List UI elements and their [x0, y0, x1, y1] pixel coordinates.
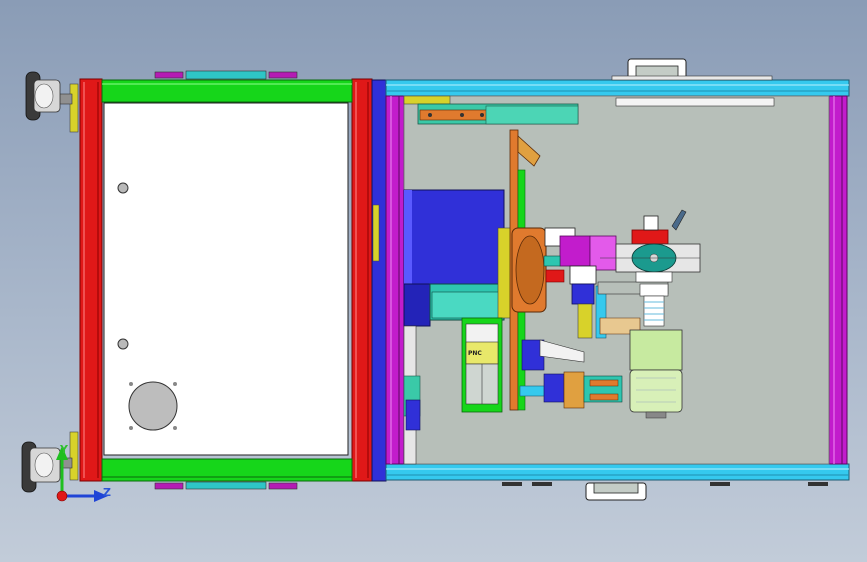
- left-cabinet: [79, 70, 373, 490]
- axis-z-label: Z: [103, 486, 111, 499]
- pneumatic-valve: [461, 317, 503, 413]
- leveling-foot-top: [25, 71, 79, 133]
- cad-viewport[interactable]: PNC Y Z: [0, 0, 867, 562]
- leveling-foot-bottom: [21, 431, 79, 493]
- machine-drawing: PNC: [21, 58, 850, 502]
- axis-y-label: Y: [60, 443, 68, 456]
- servo-motor-block: [403, 189, 513, 327]
- valve-label: PNC: [468, 350, 482, 357]
